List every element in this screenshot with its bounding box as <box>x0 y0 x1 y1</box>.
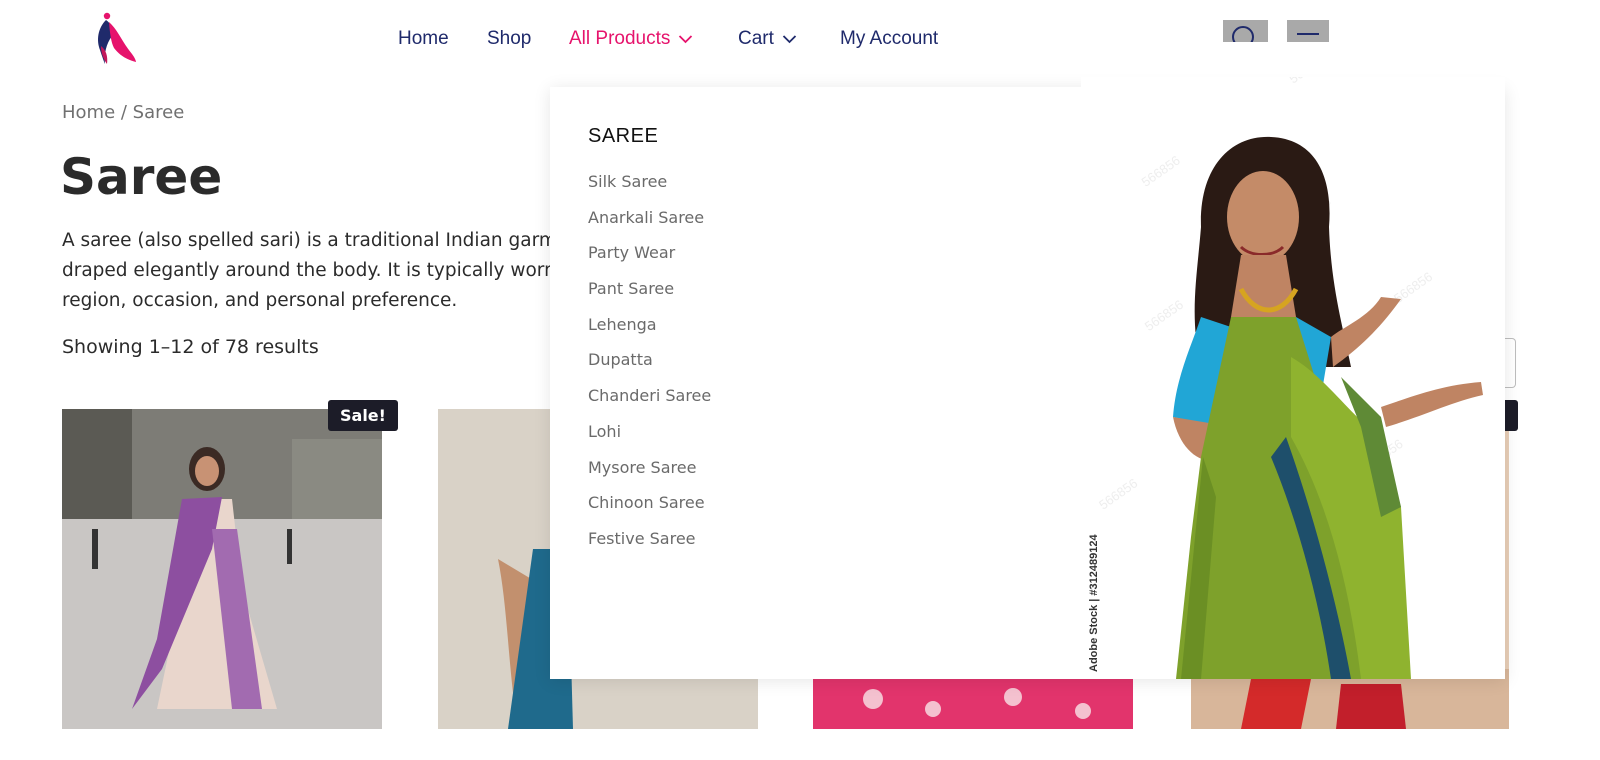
sale-badge: Sale! <box>328 400 398 431</box>
category-description: A saree (also spelled sari) is a traditi… <box>62 226 622 316</box>
breadcrumb-current: Saree <box>132 102 185 123</box>
mega-menu-item-silk-saree[interactable]: Silk Saree <box>588 172 711 208</box>
description-line: draped elegantly around the body. It is … <box>62 260 577 281</box>
nav-all-products[interactable]: All Products <box>569 28 693 50</box>
breadcrumb: Home / Saree <box>62 102 184 123</box>
description-line: region, occasion, and personal preferenc… <box>62 290 458 311</box>
breadcrumb-home[interactable]: Home <box>62 102 115 123</box>
nav-all-products-label: All Products <box>569 28 671 49</box>
product-card-image[interactable] <box>62 409 382 729</box>
nav-cart[interactable]: Cart <box>738 28 797 50</box>
stock-credit-text: Adobe Stock | #312489124 <box>1088 534 1100 672</box>
mega-menu-list: Silk Saree Anarkali Saree Party Wear Pan… <box>588 172 711 565</box>
mega-menu-heading: SAREE <box>588 125 659 147</box>
mega-menu-item-pant-saree[interactable]: Pant Saree <box>588 279 711 315</box>
mega-menu-item-lehenga[interactable]: Lehenga <box>588 315 711 351</box>
mega-menu-item-chanderi-saree[interactable]: Chanderi Saree <box>588 386 711 422</box>
nav-my-account[interactable]: My Account <box>840 28 938 50</box>
nav-home[interactable]: Home <box>398 28 449 50</box>
mega-menu-item-anarkali-saree[interactable]: Anarkali Saree <box>588 208 711 244</box>
search-icon <box>1232 26 1254 42</box>
all-products-mega-menu: SAREE Silk Saree Anarkali Saree Party We… <box>550 77 1505 679</box>
menu-toggle-button[interactable] <box>1287 20 1329 42</box>
woman-in-green-saree-photo: 566856566856566856 566856566856566856 56… <box>1081 77 1505 679</box>
mega-menu-item-mysore-saree[interactable]: Mysore Saree <box>588 458 711 494</box>
mega-menu-item-party-wear[interactable]: Party Wear <box>588 243 711 279</box>
breadcrumb-separator: / <box>115 102 133 123</box>
description-line: A saree (also spelled sari) is a traditi… <box>62 230 580 251</box>
nav-home-label: Home <box>398 28 449 49</box>
mega-menu-item-lohi[interactable]: Lohi <box>588 422 711 458</box>
chevron-down-icon <box>679 35 693 44</box>
purple-silk-saree-photo <box>62 409 382 729</box>
nav-shop-label: Shop <box>487 28 532 49</box>
nav-cart-label: Cart <box>738 28 774 49</box>
search-button[interactable] <box>1223 20 1268 42</box>
result-count: Showing 1–12 of 78 results <box>62 336 319 358</box>
page-title: Saree <box>60 148 223 206</box>
nav-shop[interactable]: Shop <box>487 28 531 50</box>
hamburger-icon <box>1297 33 1319 35</box>
mega-menu-item-chinoon-saree[interactable]: Chinoon Saree <box>588 493 711 529</box>
chevron-down-icon <box>782 35 797 44</box>
mega-menu-item-dupatta[interactable]: Dupatta <box>588 350 711 386</box>
main-navigation: Home Shop All Products Cart My Account <box>0 28 1600 56</box>
mega-menu-item-festive-saree[interactable]: Festive Saree <box>588 529 711 565</box>
nav-my-account-label: My Account <box>840 28 939 49</box>
